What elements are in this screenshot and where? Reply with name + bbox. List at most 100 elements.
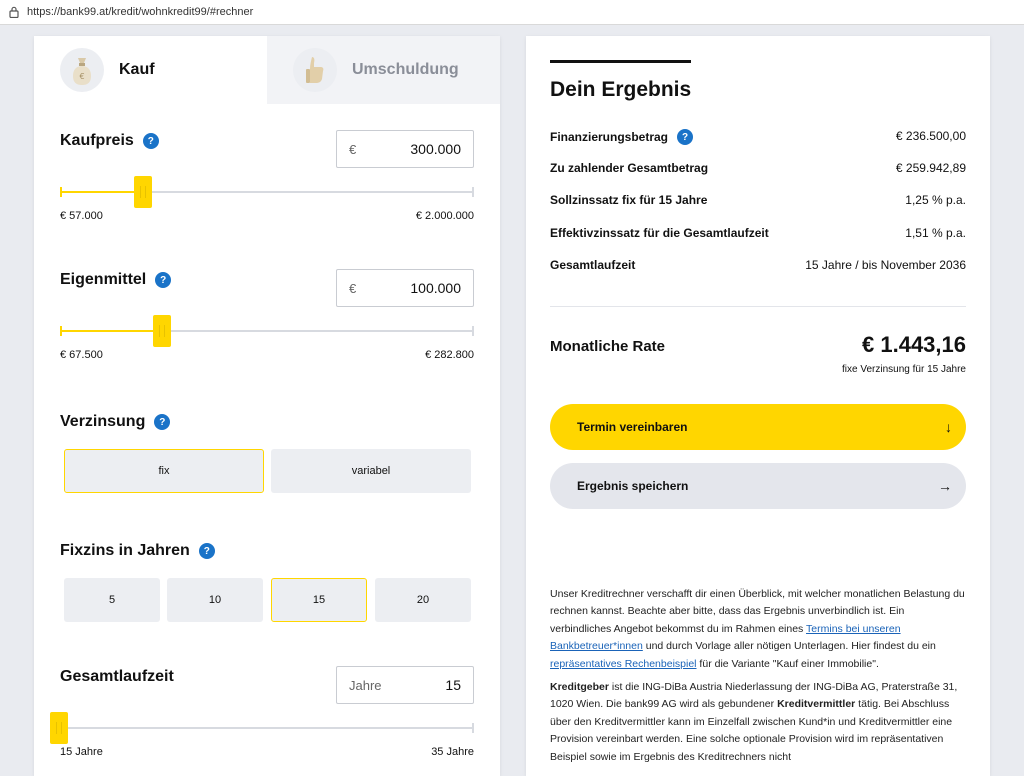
row-label: Sollzinssatz fix für 15 Jahre <box>550 193 708 207</box>
row-value: 1,25 % p.a. <box>905 193 966 207</box>
row-label: Effektivzinssatz für die Gesamtlaufzeit <box>550 226 769 240</box>
money-bag-icon: € <box>60 48 104 92</box>
bold-text: Kreditvermittler <box>777 698 856 711</box>
eigenmittel-heading: Eigenmittel ? <box>60 271 172 289</box>
slider-end-cap <box>472 326 474 336</box>
option-label: 15 <box>312 594 326 606</box>
slider-start-cap <box>60 187 62 197</box>
laufzeit-input[interactable]: Jahre 15 <box>336 666 474 704</box>
calculator-card: € Kauf Umschuldung Kaufpreis ? € 300.000 <box>34 36 500 776</box>
verzinsung-title: Verzinsung <box>60 413 146 430</box>
help-icon[interactable]: ? <box>155 272 172 288</box>
monthly-rate-label: Monatliche Rate <box>550 338 666 355</box>
eigenmittel-max: € 282.800 <box>425 349 474 361</box>
monthly-rate-value: € 1.443,16 <box>862 332 966 357</box>
disclaimer-paragraph: Kreditgeber ist die ING-DiBa Austria Nie… <box>550 679 966 766</box>
row-value: 15 Jahre / bis November 2036 <box>805 258 966 272</box>
calculator-tabs: € Kauf Umschuldung <box>34 36 500 104</box>
result-card: Dein Ergebnis Finanzierungsbetrag? € 236… <box>526 36 990 776</box>
laufzeit-title: Gesamtlaufzeit <box>60 668 174 685</box>
option-label: variabel <box>351 465 391 477</box>
tab-kauf[interactable]: € Kauf <box>34 36 267 104</box>
help-icon[interactable]: ? <box>154 414 171 430</box>
bold-text: Kreditgeber <box>550 681 609 694</box>
fixzins-option-15[interactable]: 15 <box>271 578 367 622</box>
option-label: 20 <box>416 594 430 606</box>
kaufpreis-input[interactable]: € 300.000 <box>336 130 474 168</box>
divider <box>550 306 966 307</box>
text: und durch Vorlage aller nötigen Unterlag… <box>642 640 936 653</box>
option-label: fix <box>158 465 170 477</box>
kaufpreis-value: 300.000 <box>410 141 461 157</box>
row-value: € 236.500,00 <box>895 129 966 143</box>
laufzeit-min: 15 Jahre <box>60 746 103 758</box>
option-label: 5 <box>108 594 116 606</box>
laufzeit-value: 15 <box>445 677 461 693</box>
row-label: Gesamtlaufzeit <box>550 258 636 272</box>
slider-fill <box>60 330 163 332</box>
kaufpreis-slider[interactable] <box>60 176 474 208</box>
disclaimer-paragraph: Unser Kreditrechner verschafft dir einen… <box>550 586 966 673</box>
currency-prefix: € <box>349 141 357 157</box>
laufzeit-slider[interactable] <box>50 712 474 744</box>
slider-fill <box>60 191 143 193</box>
fixzins-option-10[interactable]: 10 <box>167 578 263 622</box>
eigenmittel-slider[interactable] <box>60 315 474 347</box>
result-title: Dein Ergebnis <box>550 78 692 101</box>
verzinsung-heading: Verzinsung ? <box>60 413 171 431</box>
row-label: Finanzierungsbetrag <box>550 130 669 144</box>
lock-icon <box>5 6 23 18</box>
tab-umschuldung-label: Umschuldung <box>352 61 459 78</box>
fixzins-option-20[interactable]: 20 <box>375 578 471 622</box>
thumbs-up-icon <box>293 48 337 92</box>
rechenbeispiel-link[interactable]: repräsentatives Rechenbeispiel <box>550 658 697 670</box>
eigenmittel-value: 100.000 <box>410 280 461 296</box>
eigenmittel-min: € 67.500 <box>60 349 103 361</box>
slider-thumb[interactable] <box>153 315 172 347</box>
slider-end-cap <box>472 723 474 733</box>
disclaimer-text: Unser Kreditrechner verschafft dir einen… <box>550 586 966 772</box>
row-label: Zu zahlender Gesamtbetrag <box>550 161 709 175</box>
monthly-rate-note: fixe Verzinsung für 15 Jahre <box>842 364 966 375</box>
laufzeit-max: 35 Jahre <box>431 746 474 758</box>
ergebnis-speichern-button[interactable]: Ergebnis speichern → <box>550 463 966 509</box>
kaufpreis-heading: Kaufpreis ? <box>60 132 159 150</box>
result-row-gesamtlaufzeit: Gesamtlaufzeit 15 Jahre / bis November 2… <box>550 258 966 272</box>
eigenmittel-input[interactable]: € 100.000 <box>336 269 474 307</box>
laufzeit-heading: Gesamtlaufzeit <box>60 668 174 686</box>
tab-kauf-label: Kauf <box>119 61 155 78</box>
url-text: https://bank99.at/kredit/wohnkredit99/#r… <box>27 6 254 18</box>
result-row-finanzierungsbetrag: Finanzierungsbetrag? € 236.500,00 <box>550 129 966 145</box>
arrow-down-icon: ↓ <box>945 419 952 435</box>
fixzins-heading: Fixzins in Jahren ? <box>60 542 215 560</box>
grip-icon <box>139 186 146 198</box>
help-icon[interactable]: ? <box>677 129 694 145</box>
kaufpreis-max: € 2.000.000 <box>415 210 474 222</box>
title-accent-bar <box>550 60 691 63</box>
slider-end-cap <box>472 187 474 197</box>
option-label: 10 <box>208 594 222 606</box>
text: für die Variante "Kauf einer Immobilie". <box>696 657 879 670</box>
result-row-sollzinssatz: Sollzinssatz fix für 15 Jahre 1,25 % p.a… <box>550 193 966 207</box>
verzinsung-option-fix[interactable]: fix <box>64 449 264 493</box>
fixzins-option-5[interactable]: 5 <box>64 578 160 622</box>
help-icon[interactable]: ? <box>198 543 215 559</box>
button-label: Termin vereinbaren <box>577 420 688 434</box>
fixzins-title: Fixzins in Jahren <box>60 542 190 559</box>
text: Unser Kreditrechner verschafft dir einen… <box>550 588 965 635</box>
browser-address-bar[interactable]: https://bank99.at/kredit/wohnkredit99/#r… <box>0 0 1024 25</box>
grip-icon <box>56 722 62 734</box>
termin-vereinbaren-button[interactable]: Termin vereinbaren ↓ <box>550 404 966 450</box>
slider-thumb[interactable] <box>133 176 152 208</box>
grip-icon <box>159 325 166 337</box>
help-icon[interactable]: ? <box>142 133 159 149</box>
row-value: 1,51 % p.a. <box>905 226 966 240</box>
tab-umschuldung[interactable]: Umschuldung <box>267 36 500 104</box>
button-label: Ergebnis speichern <box>577 479 689 493</box>
svg-text:€: € <box>79 72 84 81</box>
verzinsung-option-variabel[interactable]: variabel <box>271 449 471 493</box>
slider-thumb[interactable] <box>50 712 68 744</box>
unit-prefix: Jahre <box>349 677 382 693</box>
kaufpreis-title: Kaufpreis <box>60 132 134 149</box>
kaufpreis-min: € 57.000 <box>60 210 103 222</box>
